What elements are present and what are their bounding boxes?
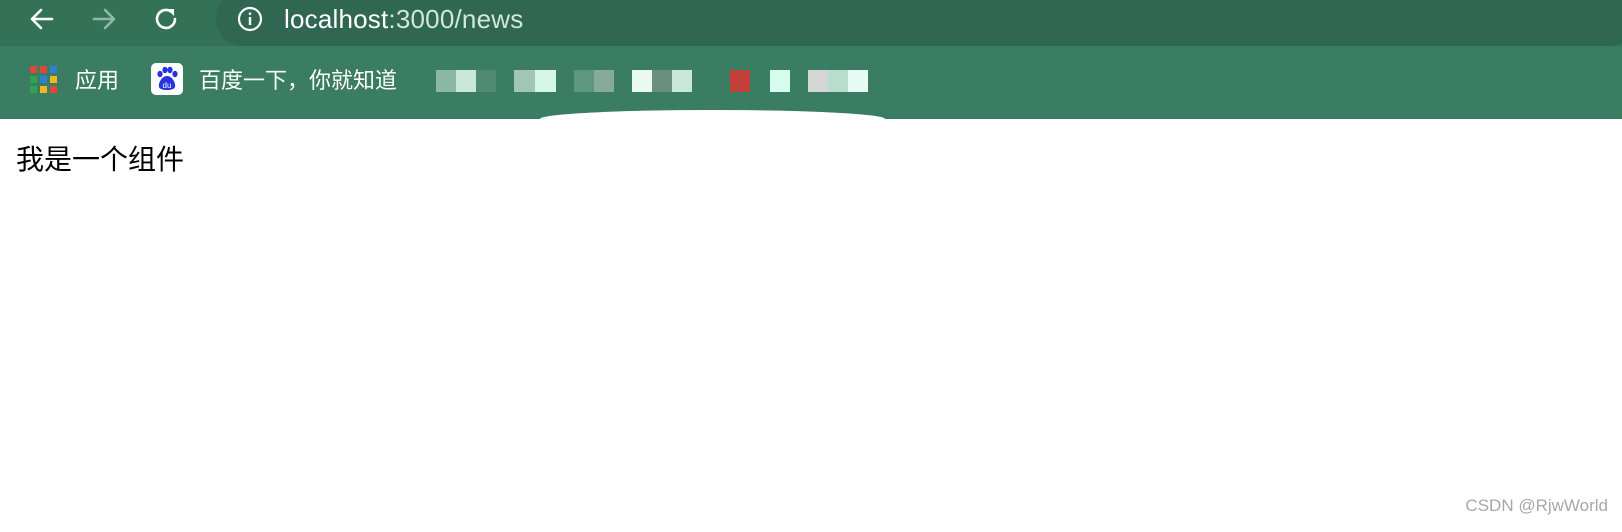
arrow-left-icon [30, 8, 54, 30]
redacted-bookmark[interactable] [808, 70, 868, 92]
redacted-bookmark[interactable] [632, 70, 692, 92]
arrow-right-icon [92, 8, 116, 30]
redacted-bookmark[interactable] [514, 70, 556, 92]
bookmark-baidu[interactable]: du 百度一下，你就知道 [151, 62, 397, 96]
url-text[interactable]: localhost:3000/news [284, 2, 523, 36]
baidu-paw-icon: du [151, 63, 183, 95]
redacted-bookmark[interactable] [574, 70, 614, 92]
redacted-bookmark[interactable] [730, 70, 750, 92]
apps-grid-icon [30, 65, 57, 93]
watermark: CSDN @RjwWorld [1465, 496, 1608, 515]
reload-icon [155, 8, 177, 30]
back-button[interactable] [22, 0, 62, 38]
info-icon[interactable] [236, 5, 264, 33]
forward-button[interactable] [84, 0, 124, 38]
bookmark-baidu-label: 百度一下，你就知道 [199, 69, 398, 94]
browser-toolbar: localhost:3000/news [0, 0, 1622, 46]
page-content-text: 我是一个组件 [16, 143, 185, 176]
baidu-badge: du [163, 81, 172, 90]
redacted-bookmark[interactable] [436, 70, 496, 92]
redacted-bookmark[interactable] [770, 70, 790, 92]
bookmark-apps[interactable]: 应用 [30, 62, 119, 96]
bookmark-apps-label: 应用 [75, 69, 120, 94]
url-path: :3000/news [388, 4, 524, 34]
browser-chrome: localhost:3000/news 应用 du 百度一下，你就知道 [0, 0, 1622, 119]
url-host: localhost [284, 4, 389, 34]
reload-button[interactable] [146, 0, 186, 38]
